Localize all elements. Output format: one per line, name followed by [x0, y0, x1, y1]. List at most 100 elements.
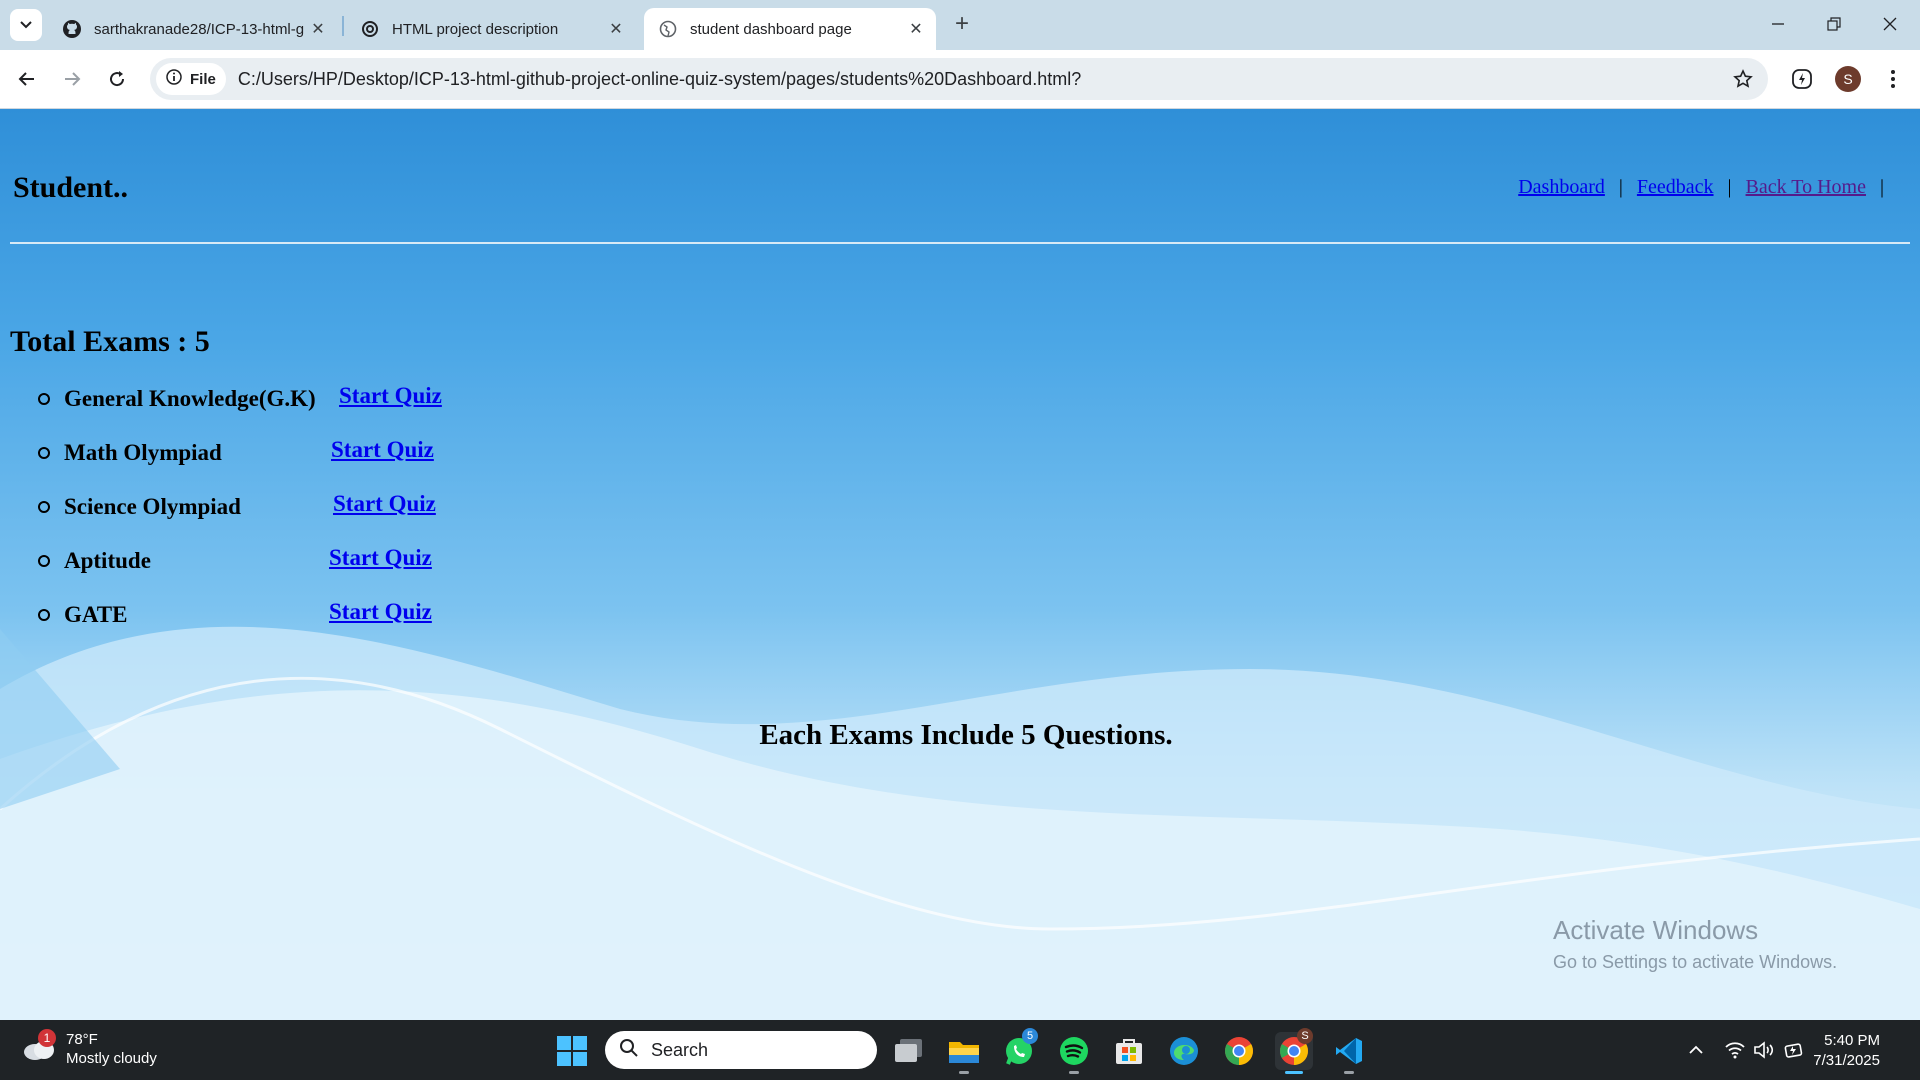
close-tab-icon[interactable]: ✕	[606, 19, 626, 39]
file-label: File	[190, 70, 216, 88]
notification-badge: 5	[1022, 1028, 1038, 1044]
nav-separator: |	[1618, 176, 1623, 198]
url-text[interactable]: C:/Users/HP/Desktop/ICP-13-html-github-p…	[238, 69, 1081, 90]
windows-taskbar: 1 78°F Mostly cloudy Search 5 S 5:40 PM …	[0, 1020, 1920, 1080]
show-hidden-icons-button[interactable]	[1684, 1038, 1708, 1062]
chrome-button[interactable]	[1220, 1032, 1258, 1070]
start-quiz-link-gate[interactable]: Start Quiz	[329, 599, 432, 625]
bullet-icon	[38, 555, 50, 567]
exam-list-item: GATE	[38, 595, 127, 635]
exam-list-item: Aptitude	[38, 541, 151, 581]
search-icon	[619, 1038, 639, 1063]
store-icon	[1116, 1039, 1142, 1064]
wifi-button[interactable]	[1723, 1038, 1747, 1062]
file-explorer-button[interactable]	[945, 1032, 983, 1074]
taskbar-search-box[interactable]: Search	[605, 1031, 877, 1069]
tab-title: student dashboard page	[690, 20, 852, 38]
close-tab-icon[interactable]: ✕	[906, 19, 926, 39]
start-button[interactable]	[557, 1036, 587, 1071]
tab-title: sarthakranade28/ICP-13-html-g	[94, 20, 304, 38]
watermark-subtitle: Go to Settings to activate Windows.	[1553, 952, 1838, 972]
chatgpt-icon	[360, 19, 380, 39]
edge-button[interactable]	[1165, 1032, 1203, 1070]
chrome-profile-button[interactable]: S	[1275, 1028, 1313, 1074]
weather-widget[interactable]: 1 78°F Mostly cloudy	[22, 1029, 157, 1068]
running-indicator	[1344, 1071, 1354, 1074]
weather-condition: Mostly cloudy	[66, 1050, 157, 1067]
exam-name: General Knowledge(G.K)	[64, 386, 316, 411]
more-vertical-icon	[1891, 70, 1895, 88]
restore-icon	[1827, 17, 1841, 31]
battery-charging-icon	[1784, 1043, 1803, 1058]
reload-icon	[110, 71, 125, 87]
browser-menu-button[interactable]	[1878, 64, 1908, 94]
start-quiz-link-gk[interactable]: Start Quiz	[339, 383, 442, 409]
tab-student-dashboard[interactable]: student dashboard page ✕	[644, 8, 936, 50]
cloud-icon: 1	[22, 1029, 56, 1061]
background-wave	[0, 626, 1920, 1020]
weather-alert-badge: 1	[38, 1029, 56, 1047]
browser-tab-strip: sarthakranade28/ICP-13-html-g ✕ HTML pro…	[0, 0, 1920, 50]
close-tab-icon[interactable]: ✕	[308, 19, 328, 39]
watermark-title: Activate Windows	[1553, 915, 1759, 945]
whatsapp-button[interactable]: 5	[1000, 1028, 1038, 1070]
microsoft-store-button[interactable]	[1110, 1032, 1148, 1070]
exam-list-item: General Knowledge(G.K)	[38, 379, 316, 419]
exam-name: Aptitude	[64, 548, 151, 573]
back-arrow-icon	[18, 72, 34, 86]
nav-separator: |	[1727, 176, 1732, 198]
system-clock[interactable]: 5:40 PM 7/31/2025	[1813, 1031, 1880, 1071]
exam-name: Science Olympiad	[64, 494, 241, 519]
close-window-button[interactable]	[1862, 6, 1918, 42]
tab-chatgpt[interactable]: HTML project description ✕	[346, 8, 636, 50]
start-quiz-link-math[interactable]: Start Quiz	[331, 437, 434, 463]
activate-windows-watermark: Activate Windows Go to Settings to activ…	[1553, 915, 1837, 973]
exam-name: Math Olympiad	[64, 440, 222, 465]
clock-date: 7/31/2025	[1813, 1052, 1880, 1069]
new-tab-button[interactable]: +	[948, 10, 976, 38]
tab-github[interactable]: sarthakranade28/ICP-13-html-g ✕	[48, 8, 338, 50]
back-button[interactable]	[12, 64, 42, 94]
nav-link-back-to-home[interactable]: Back To Home	[1746, 176, 1866, 199]
running-indicator	[1285, 1071, 1303, 1074]
chevron-down-icon	[20, 21, 32, 29]
edge-icon	[1170, 1037, 1198, 1065]
browser-toolbar: File C:/Users/HP/Desktop/ICP-13-html-git…	[0, 50, 1920, 109]
tab-title: HTML project description	[392, 20, 559, 38]
chevron-up-icon	[1689, 1045, 1703, 1054]
start-quiz-link-science[interactable]: Start Quiz	[333, 491, 436, 517]
weather-temperature: 78°F	[66, 1031, 98, 1048]
bullet-icon	[38, 501, 50, 513]
clock-time: 5:40 PM	[1824, 1032, 1880, 1049]
total-exams-heading: Total Exams : 5	[10, 325, 210, 358]
profile-button[interactable]: S	[1833, 64, 1863, 94]
spotify-icon	[1060, 1037, 1088, 1065]
avatar: S	[1835, 66, 1861, 92]
volume-button[interactable]	[1752, 1038, 1776, 1062]
site-info-chip[interactable]: File	[156, 63, 226, 95]
nav-separator: |	[1879, 176, 1884, 198]
brand-title: Student..	[13, 171, 129, 204]
exam-info-note: Each Exams Include 5 Questions.	[759, 719, 1173, 751]
address-bar[interactable]: File C:/Users/HP/Desktop/ICP-13-html-git…	[150, 58, 1768, 100]
running-indicator	[1069, 1071, 1079, 1074]
minimize-button[interactable]	[1750, 6, 1806, 42]
github-icon	[62, 19, 82, 39]
reload-button[interactable]	[102, 64, 132, 94]
battery-button[interactable]	[1783, 1038, 1807, 1062]
start-quiz-link-aptitude[interactable]: Start Quiz	[329, 545, 432, 571]
nav-link-dashboard[interactable]: Dashboard	[1518, 176, 1605, 199]
task-view-button[interactable]	[890, 1032, 928, 1070]
restore-button[interactable]	[1806, 6, 1862, 42]
performance-button[interactable]	[1787, 64, 1817, 94]
bookmark-star-icon[interactable]	[1732, 68, 1754, 90]
task-view-icon	[895, 1039, 922, 1062]
spotify-button[interactable]	[1055, 1032, 1093, 1074]
forward-button[interactable]	[57, 64, 87, 94]
tab-search-button[interactable]	[10, 9, 42, 41]
search-placeholder: Search	[651, 1039, 709, 1060]
globe-icon	[658, 19, 678, 39]
info-icon	[166, 69, 182, 89]
vscode-button[interactable]	[1330, 1032, 1368, 1074]
nav-link-feedback[interactable]: Feedback	[1637, 176, 1714, 199]
